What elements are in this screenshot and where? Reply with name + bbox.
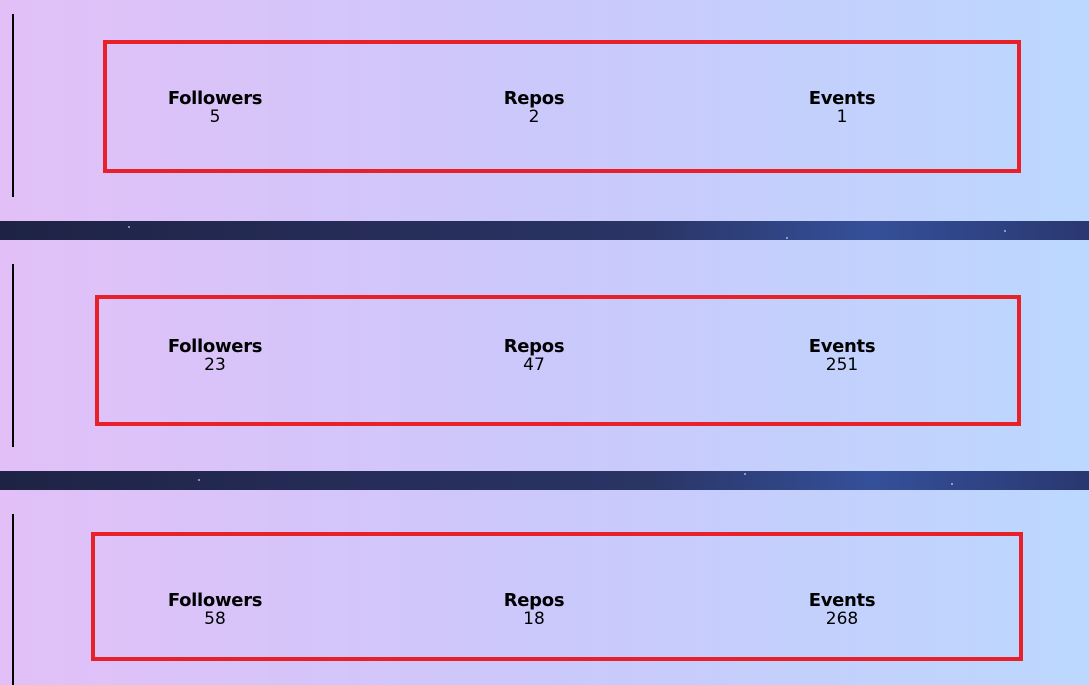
stat-value: 251 xyxy=(825,355,859,375)
stat-label: Followers xyxy=(167,336,263,357)
stat-label: Repos xyxy=(503,590,565,611)
stat-label: Events xyxy=(808,88,876,109)
stat-label: Repos xyxy=(503,88,565,109)
star-decoration xyxy=(744,473,746,475)
star-decoration xyxy=(951,483,953,485)
stat-followers: Followers 5 xyxy=(135,89,295,127)
stat-value: 5 xyxy=(209,107,221,127)
stat-repos: Repos 47 xyxy=(454,337,614,375)
card-divider xyxy=(0,471,1089,490)
stat-value: 18 xyxy=(523,609,545,629)
star-decoration xyxy=(786,237,788,239)
star-decoration xyxy=(1004,230,1006,232)
card-divider xyxy=(0,221,1089,240)
profile-card: Followers 5 Repos 2 Events 1 xyxy=(0,0,1089,221)
stat-followers: Followers 23 xyxy=(135,337,295,375)
stat-events: Events 268 xyxy=(762,591,922,629)
card-left-border xyxy=(12,514,14,685)
star-decoration xyxy=(198,479,200,481)
stat-value: 2 xyxy=(528,107,540,127)
profile-card: Followers 23 Repos 47 Events 251 xyxy=(0,240,1089,471)
stat-label: Events xyxy=(808,336,876,357)
stats-highlight-box: Followers 58 Repos 18 Events 268 xyxy=(91,532,1023,661)
profile-card: Followers 58 Repos 18 Events 268 xyxy=(0,490,1089,685)
stat-label: Events xyxy=(808,590,876,611)
stat-label: Repos xyxy=(503,336,565,357)
stat-followers: Followers 58 xyxy=(135,591,295,629)
stat-events: Events 251 xyxy=(762,337,922,375)
stat-label: Followers xyxy=(167,590,263,611)
stat-value: 58 xyxy=(204,609,226,629)
stat-events: Events 1 xyxy=(762,89,922,127)
stat-repos: Repos 18 xyxy=(454,591,614,629)
card-left-border xyxy=(12,14,14,197)
stat-value: 23 xyxy=(204,355,226,375)
stat-repos: Repos 2 xyxy=(454,89,614,127)
stat-label: Followers xyxy=(167,88,263,109)
stat-value: 268 xyxy=(825,609,859,629)
star-decoration xyxy=(128,226,130,228)
stats-highlight-box: Followers 5 Repos 2 Events 1 xyxy=(103,40,1021,173)
card-left-border xyxy=(12,264,14,447)
stat-value: 47 xyxy=(523,355,545,375)
stat-value: 1 xyxy=(836,107,848,127)
stats-highlight-box: Followers 23 Repos 47 Events 251 xyxy=(95,295,1021,426)
